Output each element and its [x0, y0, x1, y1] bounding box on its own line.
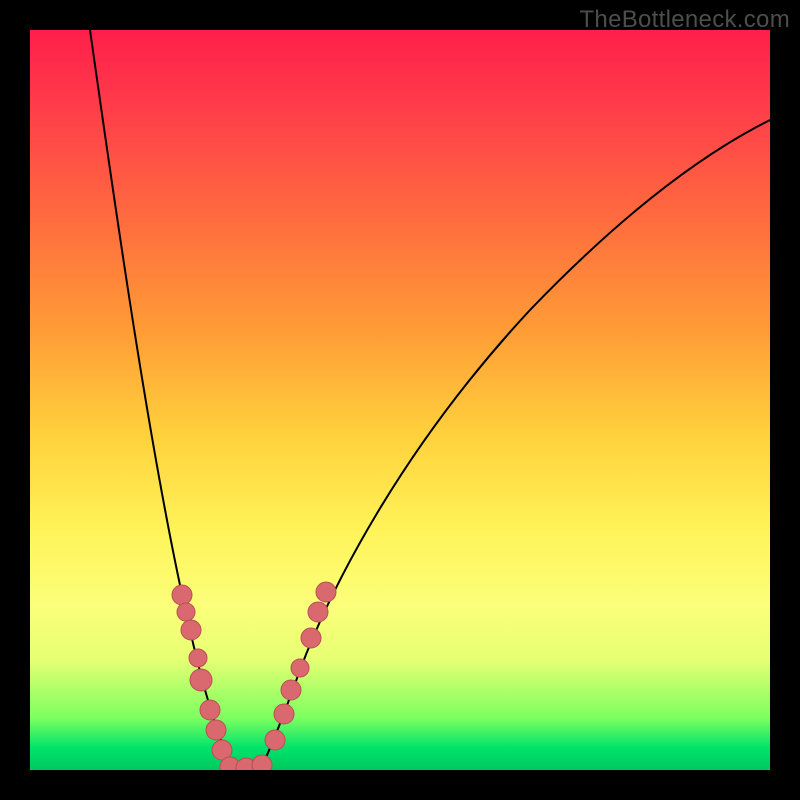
data-point-marker: [274, 704, 294, 724]
data-point-marker: [190, 669, 212, 691]
data-point-marker: [316, 582, 336, 602]
data-point-marker: [291, 659, 309, 677]
plot-area: [30, 30, 770, 770]
data-point-marker: [308, 602, 328, 622]
data-point-marker: [206, 720, 226, 740]
data-point-marker: [189, 649, 207, 667]
marker-layer: [30, 30, 770, 770]
data-point-marker: [200, 700, 220, 720]
data-point-marker: [181, 620, 201, 640]
data-point-marker: [281, 680, 301, 700]
data-point-marker: [172, 585, 192, 605]
data-point-marker: [265, 730, 285, 750]
data-point-marker: [177, 603, 195, 621]
data-point-marker: [301, 628, 321, 648]
data-point-marker: [252, 755, 272, 770]
watermark-text: TheBottleneck.com: [579, 6, 790, 34]
